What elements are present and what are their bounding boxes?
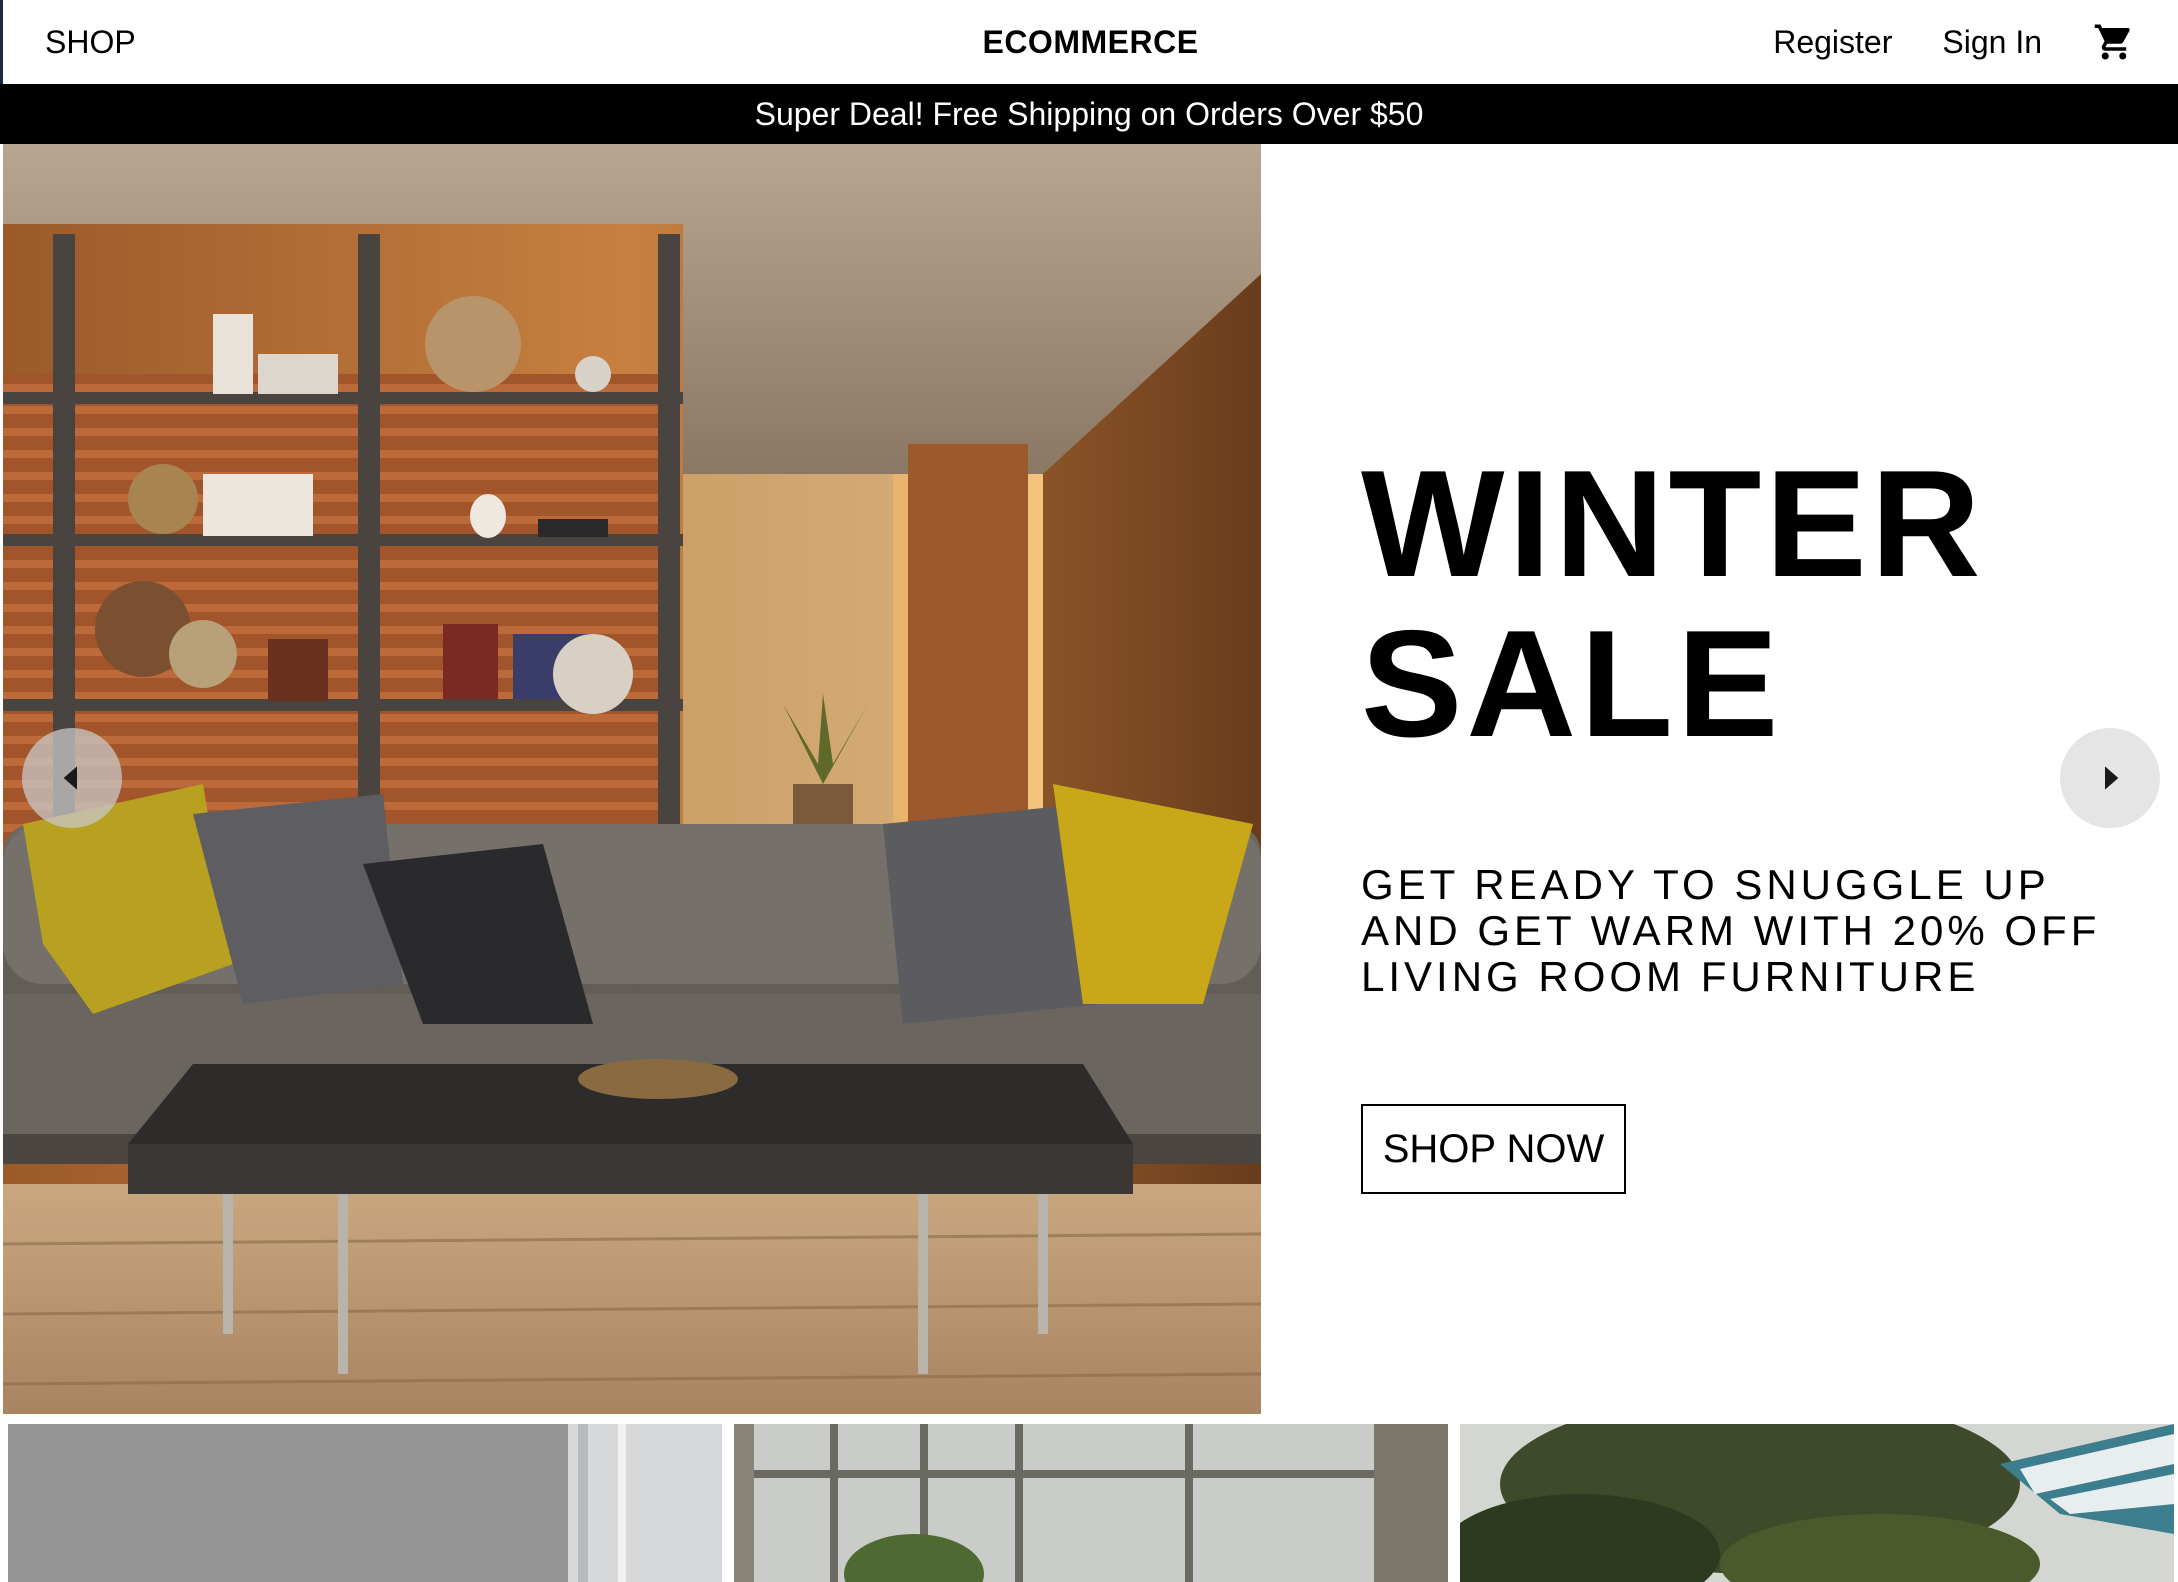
signin-link[interactable]: Sign In (1942, 24, 2042, 61)
brand-logo[interactable]: ECOMMERCE (982, 24, 1198, 61)
announcement-bar: Super Deal! Free Shipping on Orders Over… (0, 84, 2178, 144)
nav-menu: Register Sign In (1773, 20, 2136, 64)
hero-slider: WINTER SALE GET READY TO SNUGGLE UP AND … (0, 144, 2178, 1414)
hero-image (3, 144, 1261, 1414)
announcement-text: Super Deal! Free Shipping on Orders Over… (754, 95, 1424, 132)
category-strip (0, 1424, 2178, 1582)
shop-now-button[interactable]: SHOP NOW (1361, 1104, 1626, 1194)
chevron-right-icon (2105, 766, 2119, 790)
hero-title-line2: SALE (1361, 599, 1783, 769)
category-card[interactable] (1460, 1424, 2174, 1582)
category-card[interactable] (8, 1424, 722, 1582)
slider-next-button[interactable] (2060, 728, 2160, 828)
shop-link[interactable]: SHOP (45, 24, 136, 61)
chevron-left-icon (63, 766, 77, 790)
hero-title: WINTER SALE (1361, 444, 2101, 764)
navbar: SHOP ECOMMERCE Register Sign In (0, 0, 2178, 84)
shopping-cart-icon[interactable] (2092, 20, 2136, 64)
register-link[interactable]: Register (1773, 24, 1892, 61)
hero-description: GET READY TO SNUGGLE UP AND GET WARM WIT… (1361, 861, 2101, 1000)
hero-title-line1: WINTER (1361, 439, 1985, 609)
category-card[interactable] (734, 1424, 1448, 1582)
hero-info: WINTER SALE GET READY TO SNUGGLE UP AND … (1361, 144, 2121, 1414)
slider-prev-button[interactable] (22, 728, 122, 828)
